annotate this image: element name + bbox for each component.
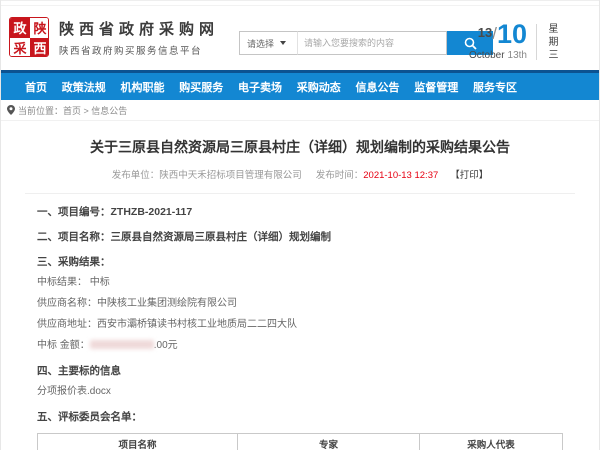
article-meta: 发布单位：陕西中天禾招标项目管理有限公司 发布时间：2021-10-13 12:3… bbox=[37, 167, 563, 181]
section-project-name: 二、项目名称：三原县自然资源局三原县村庄（详细）规划编制 bbox=[37, 230, 563, 244]
site-title: 陕西省政府采购网 bbox=[59, 18, 219, 39]
search-category-select[interactable]: 请选择 bbox=[239, 31, 297, 55]
attachment-line: 分项报价表.docx bbox=[37, 385, 563, 399]
section-project-number: 一、项目编号：ZTHZB-2021-117 bbox=[37, 205, 563, 219]
date-divider bbox=[536, 24, 537, 60]
supplier-address-line: 供应商地址：西安市灞桥镇读书村核工业地质局二二四大队 bbox=[37, 318, 563, 332]
table-header-row: 项目名称 专家 采购人代表 bbox=[38, 434, 563, 450]
page-title: 关于三原县自然资源局三原县村庄（详细）规划编制的采购结果公告 bbox=[37, 137, 563, 157]
bid-amount-suffix: .00元 bbox=[154, 340, 178, 351]
header-project-name: 项目名称 bbox=[38, 434, 238, 450]
nav-item-purchase-services[interactable]: 购买服务 bbox=[179, 79, 223, 95]
page: 政 陕 采 西 陕西省政府采购网 陕西省政府购买服务信息平台 请选择 bbox=[0, 0, 600, 450]
chevron-down-icon bbox=[280, 41, 286, 45]
section-committee-list: 五、评标委员会名单： bbox=[37, 410, 563, 424]
publish-time-label: 发布时间： bbox=[316, 170, 364, 181]
header-experts: 专家 bbox=[238, 434, 420, 450]
logo-char: 西 bbox=[30, 38, 49, 57]
date-month-text: October bbox=[469, 50, 505, 61]
location-pin-icon bbox=[7, 105, 15, 115]
nav-item-announcements[interactable]: 信息公告 bbox=[356, 79, 400, 95]
main-nav: 首页 政策法规 机构职能 购买服务 电子卖场 采购动态 信息公告 监督管理 服务… bbox=[1, 70, 599, 100]
date-weekday: 星期三 bbox=[544, 22, 559, 62]
print-button[interactable]: 【打印】 bbox=[450, 170, 488, 181]
header-purchaser-reps: 采购人代表 bbox=[420, 434, 563, 450]
site-subtitle: 陕西省政府购买服务信息平台 bbox=[59, 43, 219, 57]
announcement-article: 关于三原县自然资源局三原县村庄（详细）规划编制的采购结果公告 发布单位：陕西中天… bbox=[1, 121, 599, 450]
nav-item-e-marketplace[interactable]: 电子卖场 bbox=[238, 79, 282, 95]
supplier-name-line: 供应商名称：中陕核工业集团测绘院有限公司 bbox=[37, 297, 563, 311]
search-input[interactable] bbox=[297, 31, 447, 55]
logo-char: 采 bbox=[10, 38, 30, 57]
search-bar: 请选择 bbox=[239, 31, 493, 55]
bid-result-line: 中标结果： 中标 bbox=[37, 276, 563, 290]
bid-amount-line: 中标 金额： .00元 bbox=[37, 339, 563, 353]
logo-char: 陕 bbox=[30, 18, 49, 38]
evaluation-committee-table: 项目名称 专家 采购人代表 三原县自然资源局三原县村庄（详细）规划编制 崔芳芳、… bbox=[37, 433, 563, 450]
attachment-link[interactable]: 分项报价表.docx bbox=[37, 386, 111, 397]
brand: 政 陕 采 西 陕西省政府采购网 陕西省政府购买服务信息平台 bbox=[9, 17, 219, 57]
nav-item-procurement-news[interactable]: 采购动态 bbox=[297, 79, 341, 95]
title-divider bbox=[25, 193, 575, 194]
section-procurement-result: 三、采购结果： bbox=[37, 255, 563, 269]
date-month: 10 bbox=[497, 19, 527, 49]
nav-item-home[interactable]: 首页 bbox=[25, 79, 47, 95]
nav-item-service-zone[interactable]: 服务专区 bbox=[473, 79, 517, 95]
nav-items: 首页 政策法规 机构职能 购买服务 电子卖场 采购动态 信息公告 监督管理 服务… bbox=[25, 79, 517, 95]
date-day: 13 bbox=[478, 25, 492, 40]
redacted-amount bbox=[90, 340, 154, 349]
breadcrumb-path[interactable]: 首页 > 信息公告 bbox=[63, 104, 127, 117]
publisher-value: 陕西中天禾招标项目管理有限公司 bbox=[159, 170, 302, 181]
nav-item-functions[interactable]: 机构职能 bbox=[121, 79, 165, 95]
breadcrumb-prefix: 当前位置： bbox=[18, 104, 63, 117]
brand-text: 陕西省政府采购网 陕西省政府购买服务信息平台 bbox=[59, 18, 219, 57]
date-numbers: 13/10 October13th bbox=[469, 22, 527, 62]
site-header: 政 陕 采 西 陕西省政府采购网 陕西省政府购买服务信息平台 请选择 bbox=[1, 6, 599, 70]
date-display: 13/10 October13th 星期三 bbox=[469, 22, 589, 62]
bid-amount-label: 中标 金额： bbox=[37, 340, 90, 351]
publisher-label: 发布单位： bbox=[112, 170, 160, 181]
nav-item-supervision[interactable]: 监督管理 bbox=[414, 79, 458, 95]
date-day-ordinal: 13th bbox=[508, 50, 527, 61]
site-logo: 政 陕 采 西 bbox=[9, 17, 49, 57]
search-category-value: 请选择 bbox=[247, 37, 274, 50]
nav-item-policies[interactable]: 政策法规 bbox=[62, 79, 106, 95]
logo-char: 政 bbox=[10, 18, 30, 38]
nav-bar: 首页 政策法规 机构职能 购买服务 电子卖场 采购动态 信息公告 监督管理 服务… bbox=[1, 73, 599, 100]
section-subject-info: 四、主要标的信息 bbox=[37, 364, 563, 378]
publish-time-value: 2021-10-13 12:37 bbox=[363, 170, 438, 181]
breadcrumb: 当前位置： 首页 > 信息公告 bbox=[1, 100, 599, 121]
